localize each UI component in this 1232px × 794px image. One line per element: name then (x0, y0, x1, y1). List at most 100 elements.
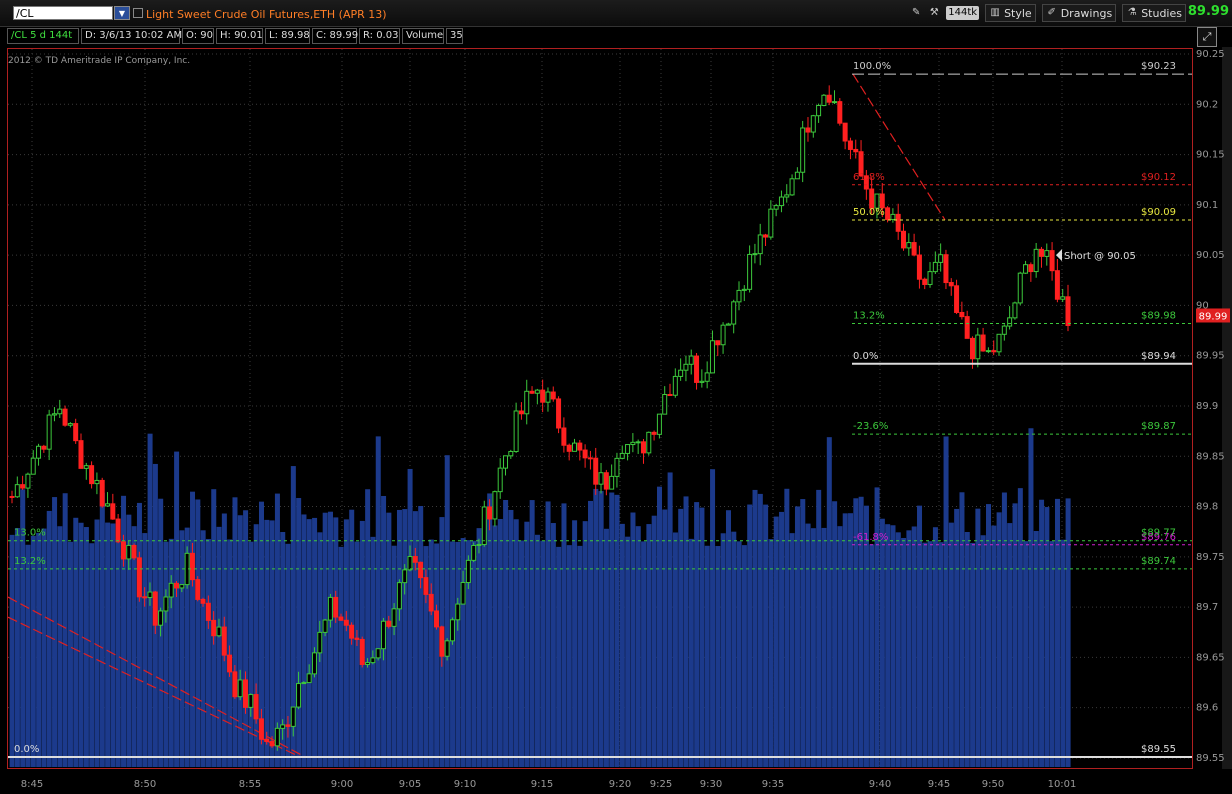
volume-bar (524, 521, 530, 767)
candle-down (550, 391, 556, 400)
fib-price-label: $90.12 (1141, 172, 1176, 183)
volume-bar (699, 507, 705, 767)
candle-down (120, 541, 126, 560)
volume-bar (78, 522, 84, 767)
volume-bar (805, 523, 811, 767)
volume-bar (848, 513, 854, 767)
volume-bar (205, 538, 211, 767)
candle-up (1060, 296, 1066, 300)
volume-bar (1017, 488, 1023, 767)
volume-bar (911, 526, 917, 767)
volume-bar (710, 469, 716, 767)
candle-down (253, 694, 259, 720)
volume-bar (402, 509, 408, 767)
volume-bar (434, 543, 440, 767)
volume-bar (142, 533, 148, 767)
candle-up (476, 543, 482, 546)
volume-bar (566, 545, 572, 767)
candle-up (821, 94, 827, 106)
volume-bar (1001, 492, 1007, 767)
volume-bar (821, 527, 827, 767)
price-chart[interactable]: 100.0% $90.23 61.8% $90.12 50.0% $90.09 13.2% $… (0, 0, 1232, 794)
candle-up (179, 584, 185, 589)
time-tick-label: 9:05 (399, 779, 421, 790)
price-tick-label: 89.55 (1196, 753, 1225, 764)
volume-bar (243, 510, 249, 767)
candle-down (211, 619, 217, 637)
volume-bar (582, 521, 588, 767)
candle-down (423, 577, 429, 595)
candle-up (51, 413, 57, 416)
candle-up (571, 442, 577, 452)
volume-bar (110, 523, 116, 767)
volume-bar (115, 539, 121, 767)
candle-up (630, 441, 636, 446)
volume-bar (83, 527, 89, 767)
volume-bar (593, 488, 599, 767)
volume-bar (550, 523, 556, 767)
candle-down (869, 188, 875, 209)
candle-down (853, 148, 859, 153)
fib-price-label: $89.74 (1141, 556, 1176, 567)
volume-bar (694, 502, 700, 767)
volume-bar (683, 496, 689, 767)
volume-bar (296, 498, 302, 767)
volume-bar (970, 542, 976, 767)
candle-down (200, 598, 206, 604)
price-tick-label: 89.7 (1196, 602, 1218, 613)
candle-down (9, 495, 15, 498)
candle-up (789, 178, 795, 196)
volume-bar (789, 533, 795, 767)
candle-down (428, 593, 434, 612)
fib-price-label: $89.87 (1141, 421, 1176, 432)
volume-bar (365, 489, 371, 767)
candle-down (418, 561, 424, 579)
candle-up (927, 271, 933, 285)
candle-up (365, 662, 371, 665)
candle-up (545, 391, 551, 403)
volume-bar (322, 512, 328, 767)
candle-up (709, 340, 715, 374)
candle-up (688, 355, 694, 365)
time-tick-label: 8:50 (134, 779, 156, 790)
volume-bar (874, 487, 880, 767)
time-tick-label: 9:20 (609, 779, 631, 790)
volume-bar (46, 510, 52, 767)
candle-up (503, 455, 509, 469)
volume-bar (545, 501, 551, 767)
price-tick-label: 90.05 (1196, 250, 1225, 261)
volume-bar (1065, 498, 1071, 767)
candle-down (78, 440, 84, 469)
candle-up (306, 673, 312, 684)
candle-down (152, 591, 158, 626)
volume-bar (816, 489, 822, 767)
candle-up (625, 444, 631, 454)
annotation-label: Short @ 90.05 (1064, 251, 1136, 262)
candle-up (83, 465, 89, 469)
volume-bar (503, 500, 509, 767)
volume-bar (1054, 498, 1060, 767)
volume-bar (52, 497, 58, 767)
candle-down (959, 311, 965, 318)
volume-bar (471, 540, 477, 767)
candle-down (359, 638, 365, 665)
volume-bar (73, 517, 79, 767)
candle-up (407, 556, 413, 571)
candle-up (216, 626, 222, 637)
candle-up (784, 194, 790, 198)
volume-bar (1049, 541, 1055, 767)
candle-down (338, 616, 344, 621)
candle-down (174, 582, 180, 589)
volume-bar (1028, 428, 1034, 767)
volume-bar (810, 528, 816, 767)
candle-up (105, 503, 111, 507)
candle-up (296, 683, 302, 708)
candle-up (731, 301, 737, 325)
candle-down (136, 557, 142, 598)
volume-bar (625, 536, 631, 767)
candle-up (672, 375, 678, 396)
volume-bar (508, 509, 514, 767)
candle-down (285, 724, 291, 727)
candle-down (826, 94, 832, 103)
candle-down (227, 654, 233, 673)
